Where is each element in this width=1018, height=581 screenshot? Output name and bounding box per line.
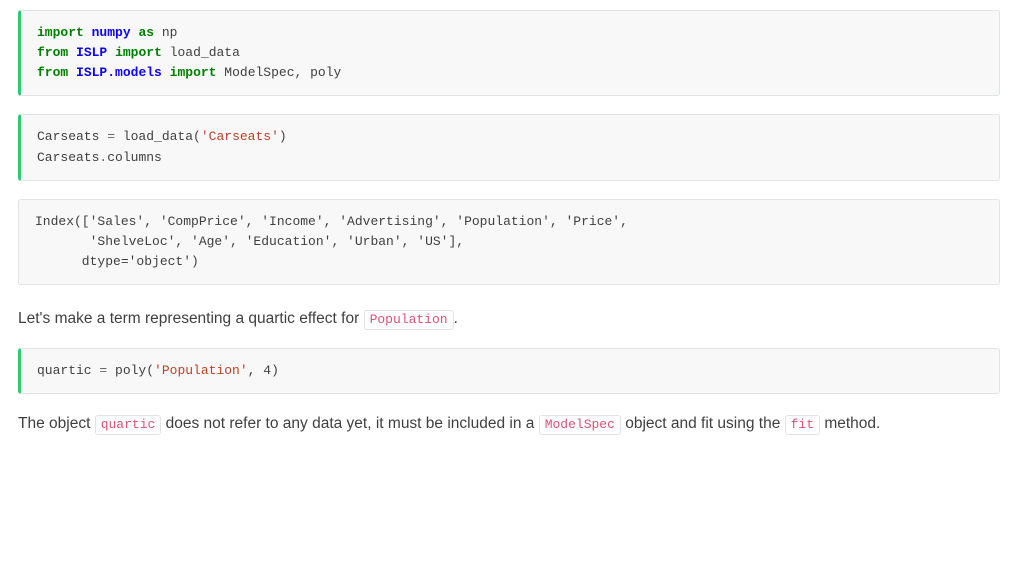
inline-code-population: Population: [364, 310, 454, 330]
prose-text: The object: [18, 415, 95, 432]
prose-text: .: [454, 310, 458, 327]
number-4: 4: [263, 363, 271, 378]
fn-load-data: load_data: [123, 129, 193, 144]
code-cell-quartic: quartic = poly('Population', 4): [18, 348, 1000, 394]
module-islp-models: ISLP.models: [76, 65, 162, 80]
module-islp: ISLP: [76, 45, 107, 60]
paren-close: ): [271, 363, 279, 378]
inline-code-quartic: quartic: [95, 415, 162, 435]
alias-np: np: [162, 25, 178, 40]
name-carseats: Carseats: [37, 129, 99, 144]
prose-text: does not refer to any data yet, it must …: [161, 415, 538, 432]
prose-text: object and fit using the: [621, 415, 785, 432]
inline-code-modelspec: ModelSpec: [539, 415, 621, 435]
document-body: import numpy as np from ISLP import load…: [0, 10, 1018, 437]
comma: ,: [295, 65, 311, 80]
op-assign: =: [99, 129, 122, 144]
keyword-from: from: [37, 45, 68, 60]
name-carseats: Carseats: [37, 150, 99, 165]
paren-close: ): [279, 129, 287, 144]
keyword-import: import: [115, 45, 162, 60]
prose-quartic-intro: Let's make a term representing a quartic…: [18, 307, 1000, 332]
fn-poly: poly: [115, 363, 146, 378]
keyword-as: as: [138, 25, 154, 40]
output-text: Index(['Sales', 'CompPrice', 'Income', '…: [35, 212, 983, 272]
string-population: 'Population': [154, 363, 248, 378]
code-block: import numpy as np from ISLP import load…: [37, 23, 983, 83]
attr-columns: columns: [107, 150, 162, 165]
name-modelspec: ModelSpec: [224, 65, 294, 80]
prose-text: method.: [820, 415, 880, 432]
code-cell-load-data: Carseats = load_data('Carseats') Carseat…: [18, 114, 1000, 180]
keyword-import: import: [37, 25, 84, 40]
inline-code-fit: fit: [785, 415, 820, 435]
comma: ,: [248, 363, 264, 378]
keyword-from: from: [37, 65, 68, 80]
op-assign: =: [92, 363, 115, 378]
code-block: Carseats = load_data('Carseats') Carseat…: [37, 127, 983, 167]
name-poly: poly: [310, 65, 341, 80]
name-quartic: quartic: [37, 363, 92, 378]
paren-open: (: [146, 363, 154, 378]
keyword-import: import: [170, 65, 217, 80]
prose-quartic-explain: The object quartic does not refer to any…: [18, 412, 1000, 437]
string-carseats: 'Carseats': [201, 129, 279, 144]
output-cell-columns: Index(['Sales', 'CompPrice', 'Income', '…: [18, 199, 1000, 285]
prose-text: Let's make a term representing a quartic…: [18, 310, 364, 327]
paren-open: (: [193, 129, 201, 144]
name-load-data: load_data: [170, 45, 240, 60]
code-cell-imports: import numpy as np from ISLP import load…: [18, 10, 1000, 96]
module-numpy: numpy: [92, 25, 131, 40]
code-block: quartic = poly('Population', 4): [37, 361, 983, 381]
